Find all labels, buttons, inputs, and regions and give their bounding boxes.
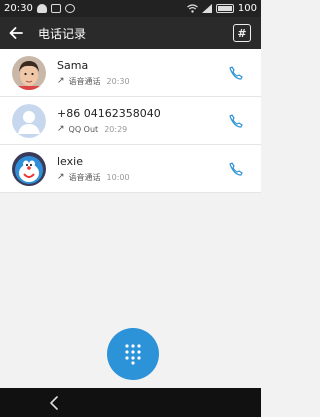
wifi-icon — [187, 4, 198, 13]
avatar — [12, 55, 46, 90]
status-time: 20:30 — [4, 3, 33, 14]
dialpad-icon — [125, 344, 141, 365]
call-type: QQ Out — [68, 124, 99, 134]
call-log-item[interactable]: +86 04162358040 ↗ QQ Out 20:29 — [0, 97, 261, 145]
battery-level: 100 — [237, 3, 257, 14]
image-notification-icon — [50, 4, 61, 13]
call-log-list: Sama ↗ 语音通话 20:30 +86 04162358040 ↗ QQ O… — [0, 49, 261, 193]
dialpad-fab-button[interactable] — [107, 328, 159, 380]
page-title: 电话记录 — [38, 26, 87, 41]
contact-name: Sama — [57, 58, 89, 72]
back-button[interactable] — [0, 17, 32, 49]
avatar — [12, 151, 46, 186]
doraemon-icon — [12, 151, 46, 186]
call-time: 20:30 — [106, 76, 130, 86]
call-type: 语音通话 — [68, 172, 101, 182]
outgoing-call-icon: ↗ — [57, 172, 65, 182]
battery-icon — [215, 4, 234, 13]
avatar — [12, 103, 46, 138]
outgoing-call-icon: ↗ — [57, 124, 65, 134]
contact-name: lexie — [57, 154, 83, 168]
call-button[interactable] — [221, 106, 251, 136]
outgoing-call-icon: ↗ — [57, 76, 65, 86]
arrow-left-icon — [9, 27, 23, 39]
phone-icon — [229, 161, 243, 176]
call-log-item[interactable]: lexie ↗ 语音通话 10:00 — [0, 145, 261, 193]
notification-bell-icon — [36, 4, 47, 13]
app-bar: 电话记录 # — [0, 17, 261, 49]
hash-icon: # — [237, 26, 247, 40]
boy-photo-icon — [12, 55, 46, 90]
contact-name: +86 04162358040 — [57, 107, 161, 120]
nav-back-button[interactable] — [44, 393, 64, 413]
call-button[interactable] — [221, 58, 251, 88]
phone-icon — [229, 65, 243, 80]
check-circle-icon — [64, 4, 75, 13]
default-person-icon — [12, 103, 46, 138]
call-type: 语音通话 — [68, 76, 101, 86]
system-nav-bar — [0, 388, 261, 417]
call-time: 20:29 — [104, 124, 128, 134]
signal-icon — [201, 4, 212, 13]
call-time: 10:00 — [106, 172, 130, 182]
status-bar: 20:30 100 — [0, 0, 261, 17]
phone-icon — [229, 113, 243, 128]
call-log-item[interactable]: Sama ↗ 语音通话 20:30 — [0, 49, 261, 97]
call-button[interactable] — [221, 154, 251, 184]
chevron-left-icon — [50, 395, 58, 410]
dialpad-button[interactable]: # — [233, 24, 251, 42]
